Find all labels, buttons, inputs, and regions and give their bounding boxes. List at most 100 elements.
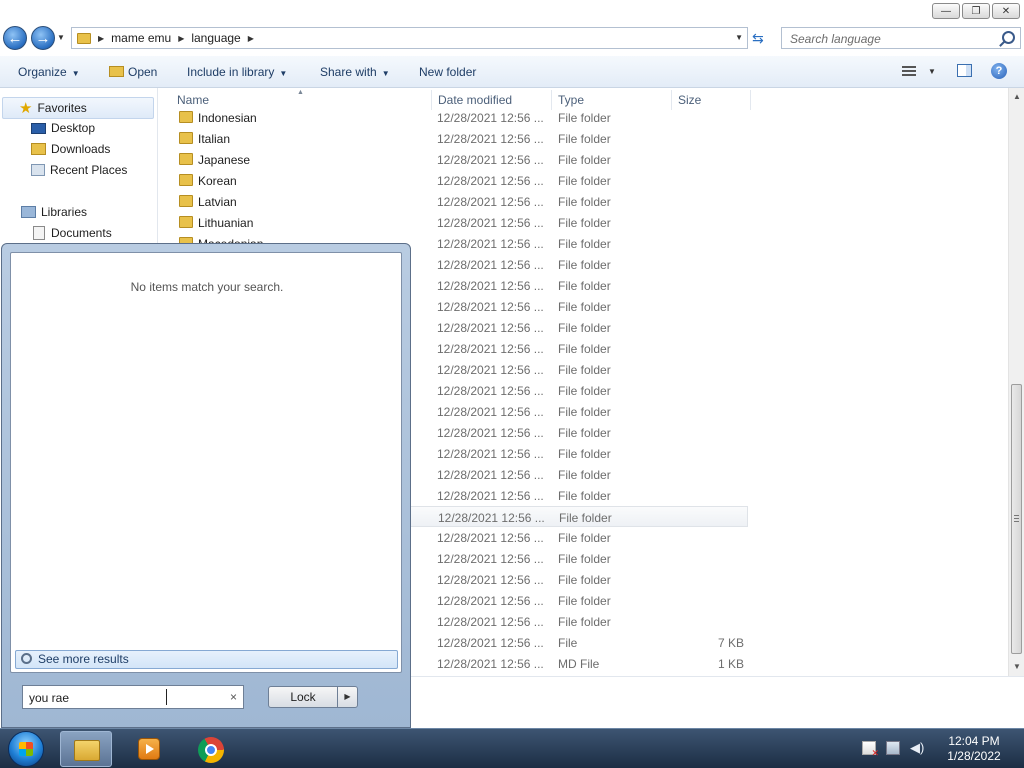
- preview-pane-icon[interactable]: [957, 64, 972, 77]
- column-divider[interactable]: [750, 90, 751, 110]
- table-row[interactable]: Italian 12/28/2021 12:56 ... File folder: [170, 128, 748, 149]
- folder-icon: [179, 153, 193, 165]
- open-button[interactable]: Open: [109, 65, 157, 79]
- search-box[interactable]: [781, 27, 1021, 49]
- file-type: File folder: [558, 342, 611, 356]
- crumb-separator-icon[interactable]: ▶: [178, 34, 184, 43]
- file-type: File folder: [558, 573, 611, 587]
- scroll-down-arrow-icon[interactable]: ▼: [1013, 662, 1021, 671]
- breadcrumb-language[interactable]: language: [191, 31, 240, 45]
- title-bar: — ❐ ✕: [0, 0, 1024, 24]
- taskbar: ◀) 12:04 PM 1/28/2022: [0, 728, 1024, 768]
- address-dropdown-icon[interactable]: ▼: [735, 33, 743, 42]
- vertical-scrollbar[interactable]: ▲ ▼: [1008, 88, 1024, 676]
- breadcrumb-mame-emu[interactable]: mame emu: [111, 31, 171, 45]
- crumb-separator-icon[interactable]: ▶: [248, 34, 254, 43]
- nav-label: Downloads: [51, 142, 111, 156]
- file-type: File folder: [558, 195, 611, 209]
- file-date-modified: 12/28/2021 12:56 ...: [437, 468, 544, 482]
- grip-icon: [1014, 515, 1019, 523]
- address-bar[interactable]: ▶ mame emu ▶ language ▶ ▼: [71, 27, 748, 49]
- organize-button[interactable]: Organize ▼: [18, 65, 80, 79]
- clock-time: 12:04 PM: [948, 734, 1000, 748]
- file-type: File: [558, 636, 578, 650]
- nav-item-libraries[interactable]: Libraries: [21, 205, 87, 219]
- file-date-modified: 12/28/2021 12:56 ...: [437, 300, 544, 314]
- file-type: File folder: [558, 426, 611, 440]
- lock-button[interactable]: Lock: [268, 686, 338, 708]
- crumb-separator-icon[interactable]: ▶: [98, 34, 104, 43]
- file-date-modified: 12/28/2021 12:56 ...: [437, 363, 544, 377]
- start-search-input[interactable]: [27, 687, 221, 709]
- nav-label: Documents: [51, 226, 112, 240]
- forward-button[interactable]: →: [31, 26, 55, 50]
- desktop-icon: [31, 122, 46, 134]
- column-header-date-modified[interactable]: Date modified: [438, 93, 512, 107]
- taskbar-clock[interactable]: 12:04 PM 1/28/2022: [936, 734, 1012, 764]
- new-folder-button[interactable]: New folder: [419, 65, 476, 79]
- minimize-button[interactable]: —: [932, 3, 960, 19]
- view-dropdown-icon[interactable]: ▼: [928, 67, 936, 76]
- start-button[interactable]: [8, 731, 44, 767]
- action-center-flag-icon[interactable]: [862, 741, 879, 759]
- back-button[interactable]: ←: [3, 26, 27, 50]
- nav-item-favorites[interactable]: ★ Favorites: [2, 97, 154, 119]
- file-type: File folder: [558, 594, 611, 608]
- scroll-up-arrow-icon[interactable]: ▲: [1013, 92, 1021, 101]
- file-type: File folder: [558, 237, 611, 251]
- column-header-type[interactable]: Type: [558, 93, 584, 107]
- table-row[interactable]: Indonesian 12/28/2021 12:56 ... File folde…: [170, 107, 748, 128]
- table-row[interactable]: Japanese 12/28/2021 12:56 ... File folder: [170, 149, 748, 170]
- open-folder-icon: [109, 66, 124, 77]
- volume-icon[interactable]: ◀): [910, 741, 924, 755]
- share-with-button[interactable]: Share with ▼: [320, 65, 390, 79]
- file-name: Korean: [198, 174, 237, 188]
- include-in-library-button[interactable]: Include in library ▼: [187, 65, 287, 79]
- file-date-modified: 12/28/2021 12:56 ...: [437, 258, 544, 272]
- column-header-name[interactable]: Name: [177, 93, 209, 107]
- nav-item-recent-places[interactable]: Recent Places: [31, 163, 127, 177]
- help-icon[interactable]: ?: [991, 63, 1007, 79]
- folder-icon: [179, 174, 193, 186]
- column-header-size[interactable]: Size: [678, 93, 701, 107]
- nav-item-desktop[interactable]: Desktop: [31, 121, 95, 135]
- restore-button[interactable]: ❐: [962, 3, 990, 19]
- file-date-modified: 12/28/2021 12:56 ...: [437, 174, 544, 188]
- search-input[interactable]: [788, 29, 992, 49]
- view-options-icon[interactable]: [902, 66, 916, 77]
- file-size: 7 KB: [717, 636, 744, 650]
- nav-label: Recent Places: [50, 163, 128, 177]
- table-row[interactable]: Lithuanian 12/28/2021 12:56 ... File folde…: [170, 212, 748, 233]
- clear-search-icon[interactable]: ×: [230, 690, 237, 704]
- file-date-modified: 12/28/2021 12:56 ...: [437, 426, 544, 440]
- recent-pages-dropdown-icon[interactable]: ▼: [57, 33, 65, 42]
- libraries-icon: [21, 206, 36, 218]
- file-date-modified: 12/28/2021 12:56 ...: [437, 636, 544, 650]
- address-row: ← → ▼ ▶ mame emu ▶ language ▶ ▼ ⇆: [0, 24, 1024, 54]
- refresh-icon[interactable]: ⇆: [752, 30, 764, 47]
- table-row[interactable]: Latvian 12/28/2021 12:56 ... File folder: [170, 191, 748, 212]
- network-icon[interactable]: [886, 741, 900, 755]
- file-size: 1 KB: [717, 657, 744, 671]
- scrollbar-thumb[interactable]: [1011, 384, 1022, 654]
- include-in-library-label: Include in library: [187, 65, 275, 79]
- file-date-modified: 12/28/2021 12:56 ...: [437, 153, 544, 167]
- see-more-label: See more results: [38, 652, 129, 666]
- nav-item-downloads[interactable]: Downloads: [31, 142, 110, 156]
- file-date-modified: 12/28/2021 12:56 ...: [437, 657, 544, 671]
- table-row[interactable]: Korean 12/28/2021 12:56 ... File folder: [170, 170, 748, 191]
- file-name: Indonesian: [198, 111, 257, 125]
- taskbar-chrome-button[interactable]: [184, 731, 236, 767]
- see-more-results-link[interactable]: See more results: [15, 650, 398, 669]
- file-date-modified: 12/28/2021 12:56 ...: [437, 195, 544, 209]
- taskbar-explorer-button[interactable]: [60, 731, 112, 767]
- search-icon[interactable]: [1002, 31, 1015, 44]
- file-type: File folder: [558, 111, 611, 125]
- taskbar-media-player-button[interactable]: [122, 731, 174, 767]
- close-button[interactable]: ✕: [992, 3, 1020, 19]
- nav-item-documents[interactable]: Documents: [33, 226, 112, 240]
- start-search-box[interactable]: ×: [22, 685, 244, 709]
- shutdown-options-arrow-icon[interactable]: ▶: [337, 686, 358, 708]
- folder-icon: [179, 195, 193, 207]
- file-type: File folder: [558, 258, 611, 272]
